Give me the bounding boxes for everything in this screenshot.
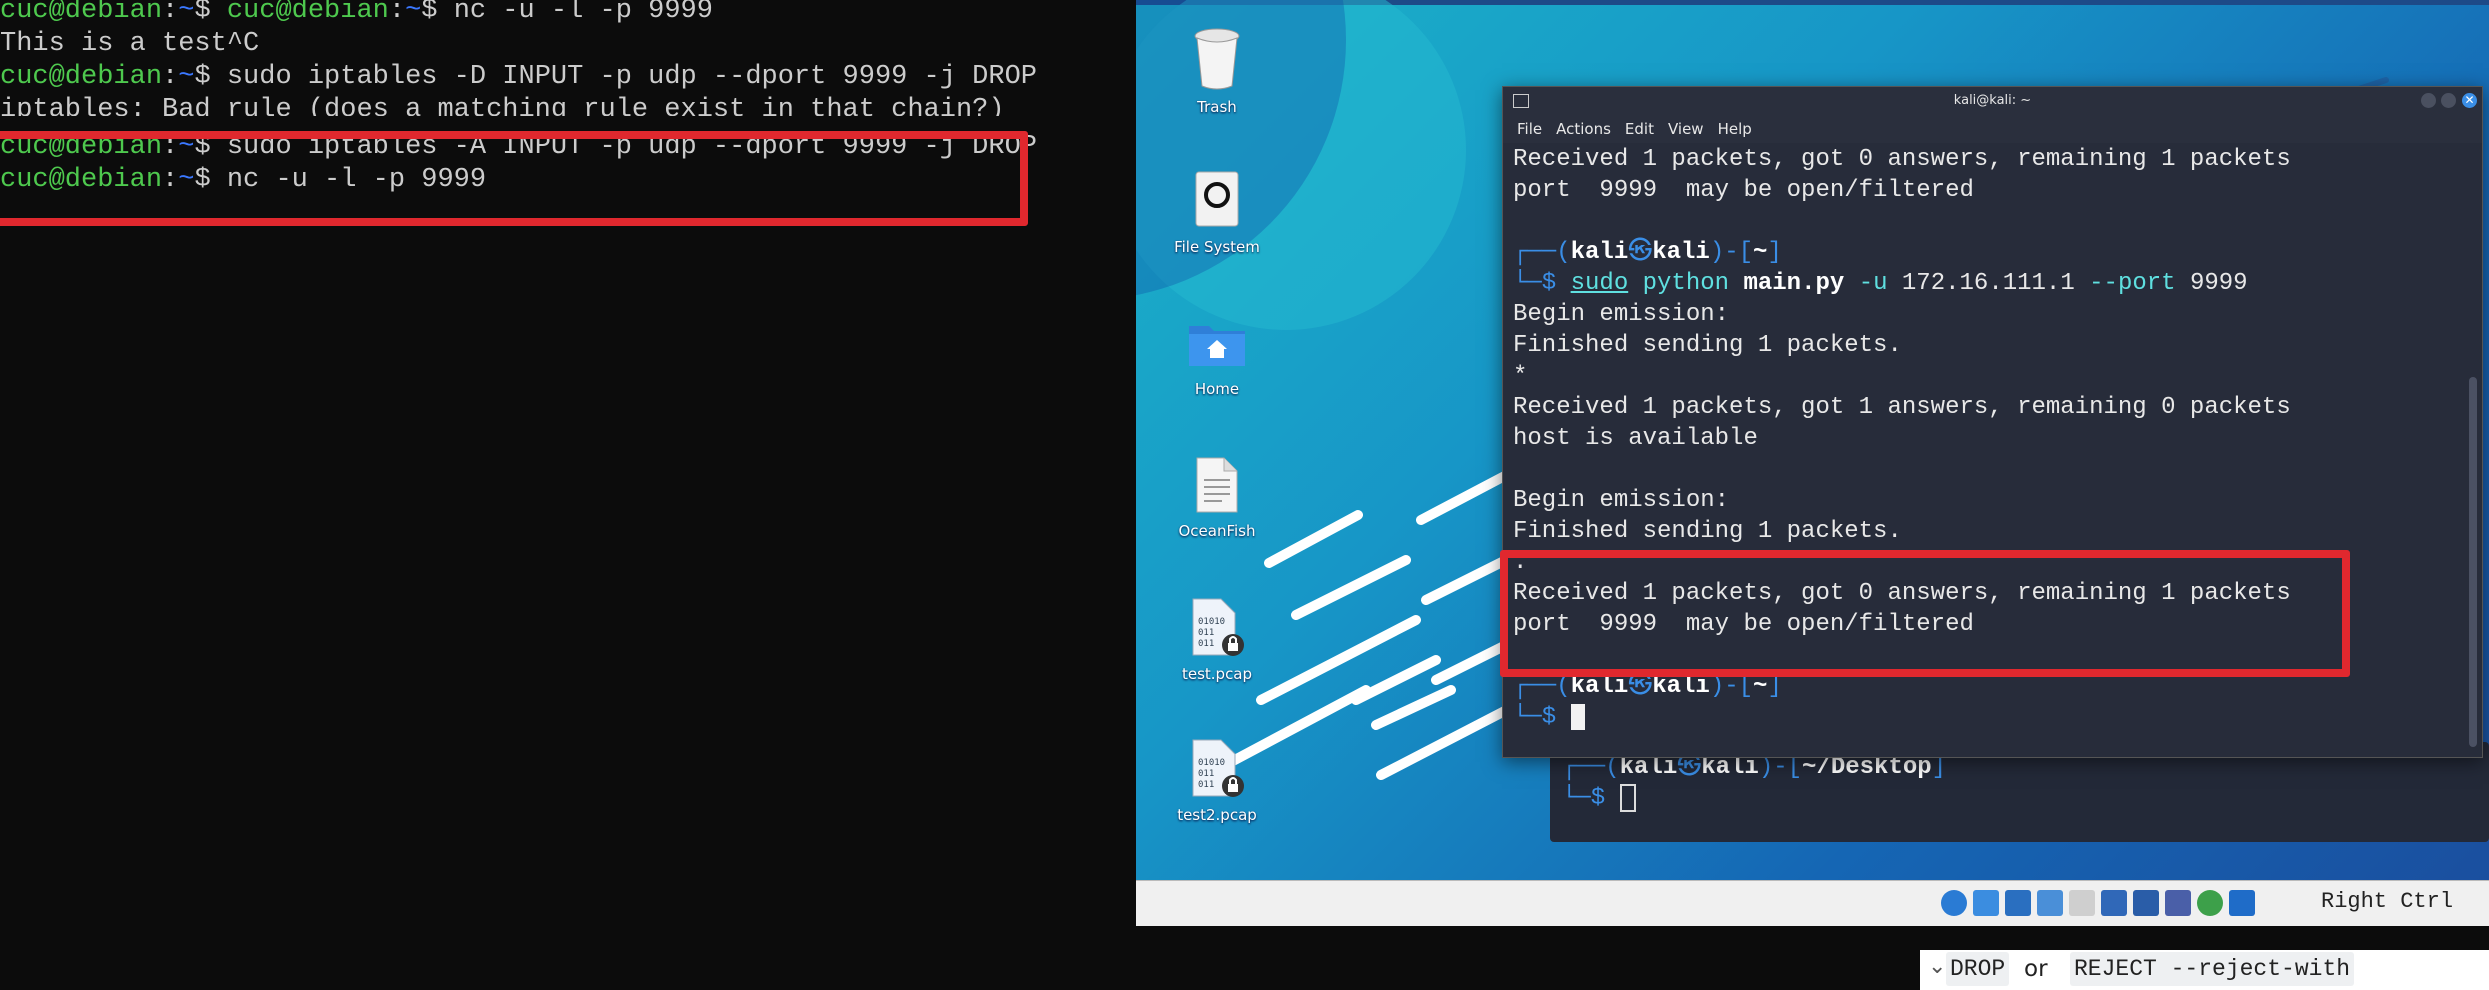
binary-file-locked-icon: 01010 011 011 [1192, 739, 1244, 797]
chevron-down-icon[interactable]: ⌄ [1928, 950, 1946, 984]
text-file-icon [1196, 457, 1238, 513]
terminal-line: Received 1 packets, got 0 answers, remai… [1513, 146, 2291, 173]
audio-icon[interactable] [1973, 890, 1999, 916]
highlight-box [1500, 550, 2350, 677]
svg-text:011: 011 [1198, 769, 1214, 779]
terminal-line: host is available [1513, 425, 1758, 452]
terminal-line: iptables: Bad rule (does a matching rule… [0, 95, 1005, 116]
usb-icon[interactable] [2037, 890, 2063, 916]
terminal-line: * [1513, 363, 1528, 390]
terminal-prompt-line2: └─$ [1562, 783, 1636, 814]
icon-label: Trash [1197, 98, 1237, 116]
svg-text:01010: 01010 [1198, 617, 1225, 627]
text-cursor [1570, 703, 1585, 730]
minimize-button[interactable] [2421, 93, 2436, 108]
desktop-icon-test2-pcap[interactable]: 01010 011 011 test2.pcap [1147, 738, 1287, 828]
virtualization-icon[interactable] [2165, 890, 2191, 916]
terminal-line: port 9999 may be open/filtered [1513, 177, 1974, 204]
shared-folder-icon[interactable] [2069, 890, 2095, 916]
guest-additions-icon[interactable] [2197, 890, 2223, 916]
terminal-app-icon [1513, 94, 1529, 108]
icon-label: Home [1194, 380, 1240, 398]
status-icons [1941, 890, 2261, 916]
home-folder-icon [1189, 326, 1245, 366]
host-key-label: Right Ctrl [2321, 889, 2454, 914]
highlight-box [0, 131, 1028, 226]
terminal-command-line: └─$ sudo python main.py -u 172.16.111.1 … [1513, 270, 2248, 297]
binary-file-locked-icon: 01010 011 011 [1192, 598, 1244, 656]
display-icon[interactable] [2101, 890, 2127, 916]
icon-label: test2.pcap [1177, 806, 1257, 824]
menu-help[interactable]: Help [1718, 115, 1752, 143]
debian-terminal[interactable]: cuc@debian:~$ cuc@debian:~$ nc -u -l -p … [0, 0, 1137, 990]
terminal-prompt: ┌──(kali㉿kali)-[~] [1513, 239, 1782, 266]
menu-view[interactable]: View [1668, 115, 1704, 143]
terminal-line: Begin emission: [1513, 487, 1730, 514]
optical-drive-icon[interactable] [1941, 890, 1967, 916]
svg-text:011: 011 [1198, 780, 1214, 790]
terminal-line: cuc@debian:~$ sudo iptables -D INPUT -p … [0, 62, 1037, 92]
inline-code: DROP [1946, 952, 2010, 986]
terminal-line: Received 1 packets, got 1 answers, remai… [1513, 394, 2291, 421]
desktop-icon-home[interactable]: Home [1147, 318, 1287, 408]
icon-label: File System [1174, 238, 1260, 256]
svg-text:01010: 01010 [1198, 758, 1225, 768]
terminal-line: This is a test^C [0, 29, 260, 59]
maximize-button[interactable] [2441, 93, 2456, 108]
trash-icon [1194, 28, 1240, 90]
terminal-line: Finished sending 1 packets. [1513, 518, 1902, 545]
doc-snippet: ⌄ DROP or REJECT --reject-with [1920, 950, 2489, 990]
terminal-input-line[interactable]: └─$ [1513, 702, 1585, 733]
terminal-scrollbar[interactable] [2469, 377, 2477, 747]
desktop-icon-oceanfish[interactable]: OceanFish [1147, 456, 1287, 546]
menu-file[interactable]: File [1517, 115, 1542, 143]
video-capture-icon[interactable] [2133, 890, 2159, 916]
drive-icon [1195, 171, 1239, 227]
mouse-integration-icon[interactable] [2229, 890, 2255, 916]
terminal-title-bar[interactable]: kali@kali: ~ ✕ [1503, 87, 2482, 115]
icon-label: test.pcap [1181, 665, 1253, 683]
terminal-line: Begin emission: [1513, 301, 1730, 328]
vm-status-bar: Right Ctrl [1136, 880, 2489, 926]
terminal-menu-bar: File Actions Edit View Help [1503, 115, 2482, 143]
inline-code: REJECT --reject-with [2070, 952, 2355, 986]
network-icon[interactable] [2005, 890, 2031, 916]
menu-edit[interactable]: Edit [1625, 115, 1654, 143]
window-title: kali@kali: ~ [1953, 93, 2032, 108]
terminal-line: cuc@debian:~$ cuc@debian:~$ nc -u -l -p … [0, 0, 713, 26]
close-button[interactable]: ✕ [2462, 93, 2477, 108]
svg-text:011: 011 [1198, 628, 1214, 638]
svg-text:011: 011 [1198, 639, 1214, 649]
doc-text: or [2024, 956, 2048, 982]
desktop-icon-test-pcap[interactable]: 01010 011 011 test.pcap [1147, 597, 1287, 687]
desktop-icon-trash[interactable]: Trash [1147, 28, 1287, 118]
icon-label: OceanFish [1178, 522, 1256, 540]
desktop-icon-file-system[interactable]: File System [1147, 170, 1287, 260]
menu-actions[interactable]: Actions [1556, 115, 1611, 143]
terminal-line: Finished sending 1 packets. [1513, 332, 1902, 359]
